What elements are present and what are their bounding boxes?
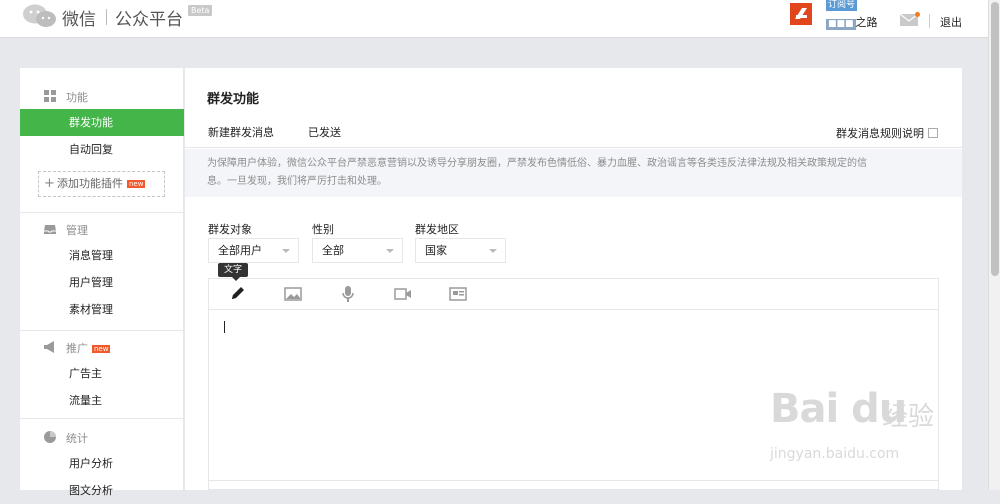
text-cursor [224,321,225,333]
sidebar-section-functions: 功能 [20,83,184,109]
sidebar-section-statistics: 统计 [20,424,184,450]
tab-new-mass-message[interactable]: 新建群发消息 [208,124,274,152]
account-name-suffix: 之路 [855,16,878,29]
sidebar-section-title: 推广 new [66,340,111,356]
notification-dot [915,12,920,17]
logout-link[interactable]: 退出 [940,14,962,30]
sidebar-item-messages[interactable]: 消息管理 [20,242,184,269]
baidu-jingyan-watermark: Bai du 经验 jingyan.baidu.com [762,378,977,468]
megaphone-icon [44,341,54,353]
pencil-icon[interactable] [229,286,247,302]
sidebar: 功能 群发功能 自动回复 + 添加功能插件 new 管理 消息管理 用户管理 素材… [20,68,184,497]
microphone-icon[interactable] [339,286,357,302]
sidebar-section-title: 管理 [66,224,88,237]
beta-badge: Beta [188,5,213,16]
target-select[interactable]: 全部用户 [208,238,299,263]
region-select[interactable]: 国家 [415,238,506,263]
sidebar-section-title: 功能 [66,91,88,104]
rules-link[interactable]: 群发消息规则说明 [836,125,938,141]
sidebar-divider [20,330,184,331]
news-card-icon[interactable] [449,286,467,302]
sidebar-item-users[interactable]: 用户管理 [20,269,184,296]
add-plugin-button[interactable]: + 添加功能插件 new [38,171,165,197]
document-icon [928,128,938,138]
rules-link-label: 群发消息规则说明 [836,127,924,140]
sidebar-item-user-analysis[interactable]: 用户分析 [20,450,184,477]
policy-notice-line: 息。一旦发现，我们将严厉打击和处理。 [207,176,387,187]
tab-sent[interactable]: 已发送 [308,124,341,140]
chevron-down-icon [489,249,497,253]
pie-chart-icon [44,431,56,443]
wechat-logo-icon [23,4,56,27]
editor-footer [209,480,938,490]
tab-bar: 新建群发消息 已发送 群发消息规则说明 [185,118,962,152]
add-plugin-label: 添加功能插件 [57,177,123,190]
sidebar-item-article-analysis[interactable]: 图文分析 [20,477,184,504]
region-label: 群发地区 [415,223,459,236]
sidebar-section-title: 统计 [66,432,88,445]
sidebar-divider [20,418,184,419]
sidebar-item-mass-send[interactable]: 群发功能 [20,109,184,136]
sidebar-item-advertiser[interactable]: 广告主 [20,360,184,387]
account-type-badge: 订阅号 [826,0,858,11]
sidebar-section-title-text: 推广 [66,342,88,355]
sidebar-divider [20,212,184,213]
sidebar-section-promotion: 推广 new [20,334,184,360]
tooltip-text: 文字 [218,263,249,281]
account-name[interactable]: ■■■ 之路 [826,14,878,30]
watermark-url: jingyan.baidu.com [770,446,900,462]
sidebar-item-publisher[interactable]: 流量主 [20,387,184,414]
chevron-down-icon [386,249,394,253]
logo-separator [106,9,107,25]
sidebar-item-materials[interactable]: 素材管理 [20,296,184,323]
image-icon[interactable] [284,286,302,302]
policy-notice-line: 为保障用户体验，微信公众平台严禁恶意营销以及诱导分享朋友圈，严禁发布色情低俗、暴… [207,158,867,169]
gender-select-value: 全部 [322,244,344,257]
policy-notice: 为保障用户体验，微信公众平台严禁恶意营销以及诱导分享朋友圈，严禁发布色情低俗、暴… [185,149,962,197]
inbox-icon [44,225,56,234]
gender-select[interactable]: 全部 [312,238,403,263]
account-avatar[interactable] [790,3,812,25]
account-name-masked: ■■■ [826,19,856,30]
header-separator [929,14,930,28]
grid-icon [44,90,56,102]
page-title: 群发功能 [207,92,260,107]
logo-subtitle: 公众平台 [115,10,183,30]
page-scrollbar[interactable] [988,0,1000,490]
scrollbar-thumb[interactable] [991,2,999,276]
region-select-value: 国家 [425,244,447,257]
new-badge: new [92,345,111,353]
sidebar-item-auto-reply[interactable]: 自动回复 [20,136,184,163]
video-icon[interactable] [394,286,412,302]
logo-text: 微信 [62,10,96,30]
watermark-cn: 经验 [882,402,935,432]
top-bar: 微信 公众平台 Beta 订阅号 ■■■ 之路 退出 [0,0,988,38]
sidebar-section-manage: 管理 [20,216,184,242]
chevron-down-icon [282,249,290,253]
target-label: 群发对象 [208,223,252,236]
gender-label: 性别 [312,223,334,236]
new-badge: new [127,180,146,188]
target-select-value: 全部用户 [218,244,262,257]
plus-icon: + [44,176,55,191]
editor-toolbar [209,279,938,310]
